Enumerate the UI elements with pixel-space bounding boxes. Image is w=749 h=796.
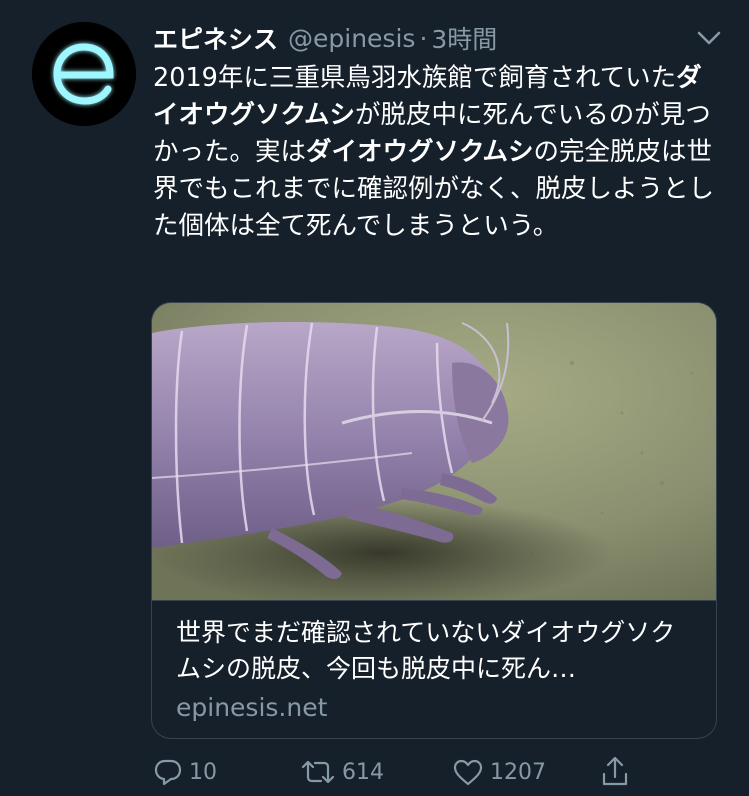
tweet-actions: 10 614 1207 (0, 752, 749, 792)
card-domain[interactable]: epinesis.net (176, 691, 327, 725)
giant-isopod-photo (152, 303, 716, 600)
share-button[interactable] (600, 752, 636, 792)
user-handle[interactable]: @epinesis (288, 24, 415, 53)
card-title[interactable]: 世界でまだ確認されていないダイオウグソクムシの脱皮、今回も脱皮中に死ん… (176, 615, 696, 687)
share-icon (602, 756, 628, 786)
avatar[interactable] (32, 22, 136, 126)
like-button[interactable]: 1207 (452, 752, 546, 792)
card-text[interactable]: 世界でまだ確認されていないダイオウグソクムシの脱皮、今回も脱皮中に死ん… epi… (152, 600, 716, 738)
tweet-text: 2019年に三重県鳥羽水族館で飼育されていたダイオウグソクムシが脱皮中に死んでい… (153, 60, 723, 245)
reply-icon (154, 759, 182, 786)
tweet-text-bold: ダイオウグソクムシ (306, 137, 534, 167)
chevron-down-icon (697, 31, 721, 45)
heart-icon (453, 759, 483, 786)
timestamp[interactable]: 3時間 (431, 20, 497, 56)
card-image[interactable] (152, 303, 716, 600)
retweet-icon (301, 760, 335, 784)
display-name[interactable]: エピネシス (153, 20, 278, 56)
reply-button[interactable]: 10 (153, 752, 217, 792)
retweet-button[interactable]: 614 (300, 752, 384, 792)
reply-count: 10 (189, 759, 217, 785)
epinesis-logo-icon (32, 22, 136, 126)
retweet-count: 614 (342, 759, 384, 785)
more-options-button[interactable] (694, 25, 724, 51)
like-count: 1207 (490, 759, 546, 785)
link-card[interactable]: 世界でまだ確認されていないダイオウグソクムシの脱皮、今回も脱皮中に死ん… epi… (151, 302, 717, 739)
tweet-text-segment: 2019年に三重県鳥羽水族館で飼育されていた (153, 63, 677, 93)
tweet[interactable]: エピネシス @epinesis · 3時間 2019年に三重県鳥羽水族館で飼育さ… (0, 0, 749, 796)
separator-dot: · (419, 23, 428, 53)
tweet-header: エピネシス @epinesis · 3時間 (153, 18, 497, 58)
